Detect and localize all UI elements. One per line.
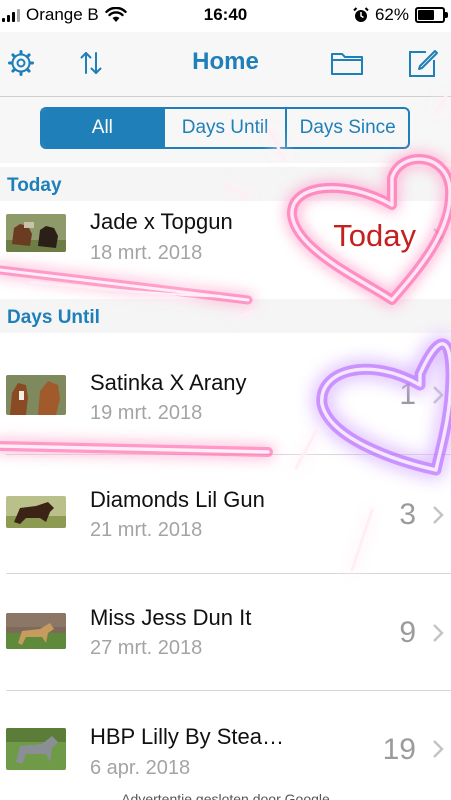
horse-photo-thumbnail — [6, 613, 66, 649]
chevron-right-icon — [433, 506, 444, 524]
horse-photo-thumbnail — [6, 214, 66, 252]
alarm-icon — [353, 7, 369, 22]
folder-icon — [331, 53, 363, 75]
section-header-days-until: Days Until — [0, 299, 451, 333]
compose-button[interactable] — [406, 46, 440, 80]
list-item[interactable]: Diamonds Lil Gun 21 mrt. 2018 3 — [0, 455, 451, 573]
chevron-right-icon — [433, 228, 444, 246]
days-count: 9 — [399, 616, 416, 649]
days-count: Today — [333, 218, 416, 253]
event-date: 19 mrt. 2018 — [90, 402, 203, 424]
event-title: Miss Jess Dun It — [90, 605, 252, 630]
days-count: 3 — [399, 498, 416, 531]
compose-icon — [409, 50, 438, 77]
section-title: Today — [7, 175, 62, 196]
horse-photo-thumbnail — [6, 375, 66, 415]
horse-photo-thumbnail — [6, 496, 66, 528]
days-count: 1 — [399, 378, 416, 411]
list-item[interactable]: Jade x Topgun 18 mrt. 2018 Today — [0, 201, 451, 295]
event-title: HBP Lilly By Stea… — [90, 724, 285, 749]
event-date: 21 mrt. 2018 — [90, 519, 203, 541]
event-date: 27 mrt. 2018 — [90, 637, 203, 659]
chevron-right-icon — [433, 386, 444, 404]
list-item[interactable]: HBP Lilly By Stea… 6 apr. 2018 19 — [0, 691, 451, 786]
status-bar: Orange B 16:40 62% — [0, 0, 451, 32]
segment-all[interactable]: All — [42, 109, 163, 147]
event-date: 18 mrt. 2018 — [90, 242, 203, 264]
filter-segmented-control: All Days Until Days Since — [40, 107, 410, 149]
status-right: 62% — [353, 5, 448, 25]
event-date: 6 apr. 2018 — [90, 757, 191, 779]
section-header-today: Today — [0, 167, 451, 201]
segment-days-since[interactable]: Days Since — [285, 109, 408, 147]
ad-closed-text: Advertentie gesloten door Google — [121, 791, 330, 800]
list-item[interactable]: Miss Jess Dun It 27 mrt. 2018 9 — [0, 574, 451, 690]
navigation-bar: Home — [0, 32, 451, 97]
days-count: 19 — [382, 733, 416, 766]
event-title: Jade x Topgun — [90, 209, 233, 234]
filter-bar: All Days Until Days Since — [0, 97, 451, 163]
list-item[interactable]: Satinka X Arany 19 mrt. 2018 1 — [0, 333, 451, 453]
battery-icon — [415, 7, 448, 23]
battery-percent: 62% — [374, 5, 409, 24]
ad-closed-banner[interactable]: Advertentie gesloten door Google — [0, 786, 451, 800]
event-title: Satinka X Arany — [90, 370, 247, 395]
chevron-right-icon — [433, 624, 444, 642]
event-title: Diamonds Lil Gun — [90, 487, 265, 512]
segment-days-until[interactable]: Days Until — [162, 109, 286, 147]
chevron-right-icon — [433, 740, 444, 758]
section-title: Days Until — [7, 307, 100, 328]
folder-button[interactable] — [330, 46, 364, 80]
horse-photo-thumbnail — [6, 728, 66, 770]
page-title: Home — [192, 48, 259, 75]
